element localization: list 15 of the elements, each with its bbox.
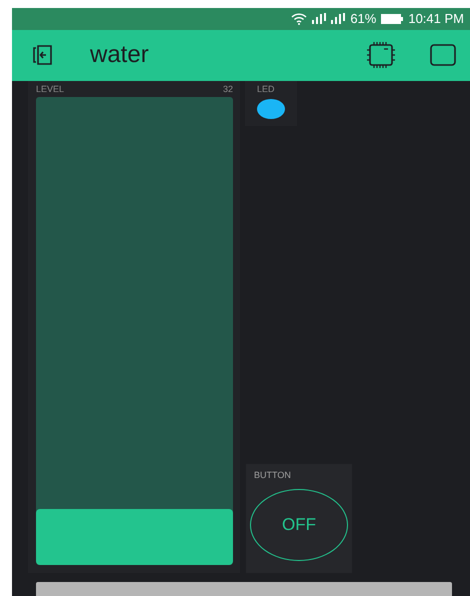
project-title: water [90,41,150,70]
exit-icon[interactable] [32,44,54,66]
battery-icon [381,14,404,24]
led-label: LED [257,84,275,94]
square-icon[interactable] [430,44,456,66]
level-label: LEVEL [36,84,64,94]
signal-icon [312,13,326,24]
battery-percent: 61% [350,11,376,26]
toggle-button[interactable]: OFF [250,489,348,561]
clock-time: 10:41 PM [408,11,464,26]
chip-icon[interactable] [366,41,396,70]
button-label: BUTTON [254,470,291,480]
signal-icon [331,13,346,24]
wifi-icon [291,12,308,25]
level-reading: 32 [222,84,233,94]
